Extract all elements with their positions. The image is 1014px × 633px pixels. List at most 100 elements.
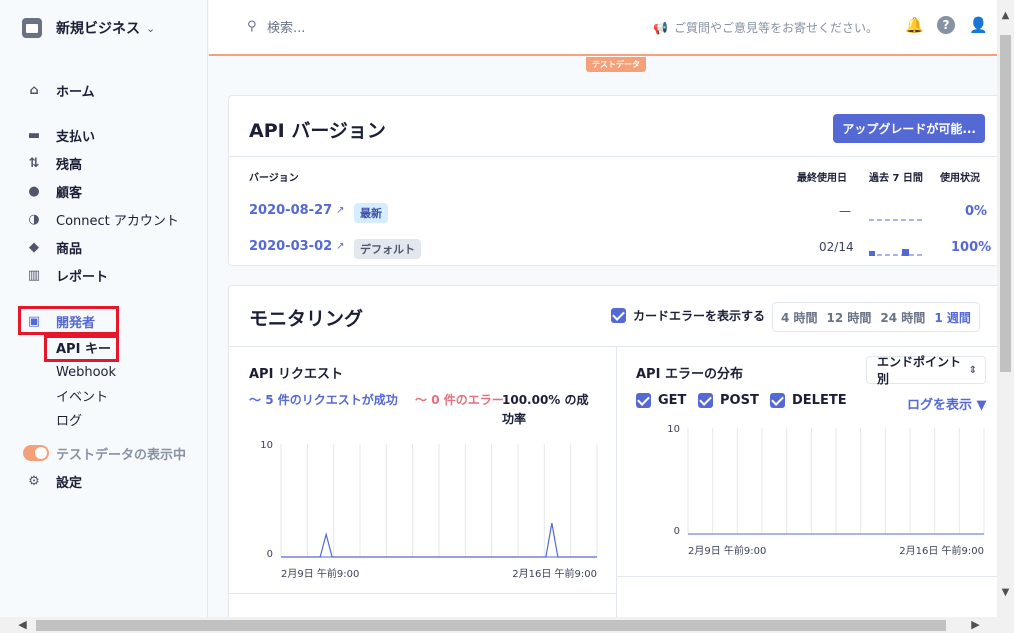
legend-success: 〜 5 件のリクエストが成功 xyxy=(249,391,398,408)
method-label: POST xyxy=(720,393,759,408)
filter-icon: ▼ xyxy=(976,398,987,413)
api-errors-chart: 10 0 2月9日 午前9:00 2月16日 午前9:00 xyxy=(667,424,985,557)
checkbox-checked-icon[interactable] xyxy=(698,393,713,408)
y-tick-label: 10 xyxy=(667,424,680,435)
sidebar-item-label: 商品 xyxy=(56,241,83,257)
toggle-switch[interactable] xyxy=(23,445,49,461)
x-tick-label: 2月16日 午前9:00 xyxy=(512,567,597,580)
method-label: DELETE xyxy=(792,393,847,408)
y-tick-label: 10 xyxy=(260,440,273,451)
usage-value: 100% xyxy=(951,240,992,255)
endpoint-select[interactable]: エンドポイント別 ⇕ xyxy=(866,355,986,386)
business-switcher[interactable]: 新規ビジネス ⌄ xyxy=(22,18,155,38)
products-icon: ◆ xyxy=(29,239,39,255)
sidebar-item-home[interactable]: ⌂ ホーム xyxy=(25,79,95,101)
payments-icon: ▬ xyxy=(27,127,41,143)
header-last-used: 最終使用日 xyxy=(797,173,847,184)
default-badge: デフォルト xyxy=(354,239,421,259)
sparkline-row-1 xyxy=(869,219,925,221)
x-tick-label: 2月9日 午前9:00 xyxy=(281,567,359,580)
sidebar-item-settings[interactable]: ⚙ 設定 xyxy=(25,470,82,492)
bell-icon[interactable]: 🔔 xyxy=(905,16,924,34)
scroll-thumb[interactable] xyxy=(1000,35,1011,372)
y-tick-label: 0 xyxy=(674,526,680,537)
search-input[interactable] xyxy=(267,17,527,39)
sidebar-item-label: レポート xyxy=(56,269,109,285)
highlight-box-api-keys xyxy=(44,335,119,362)
trend-icon: 〜 xyxy=(415,393,428,407)
method-label: GET xyxy=(658,393,687,408)
external-link-icon: ↗ xyxy=(336,205,345,216)
feedback-link[interactable]: 📢 ご質問やご意見等をお寄せください。 xyxy=(653,19,878,36)
sidebar-subitem-webhook[interactable]: Webhook xyxy=(56,362,116,382)
connect-icon: ◑ xyxy=(28,211,40,227)
topbar: ⚲ 📢 ご質問やご意見等をお寄せください。 🔔 ? 👤 xyxy=(209,0,997,56)
sidebar-item-connect[interactable]: ◑ Connect アカウント xyxy=(25,208,179,230)
feedback-label: ご質問やご意見等をお寄せください。 xyxy=(673,21,878,35)
api-version-title: API バージョン xyxy=(249,120,386,142)
scroll-left-icon[interactable]: ◀ xyxy=(14,617,31,633)
home-icon: ⌂ xyxy=(29,82,39,98)
top-icons: 🔔 ? 👤 xyxy=(905,16,988,34)
show-card-errors-label: カードエラーを表示する xyxy=(633,309,766,323)
range-1w-button[interactable]: 1 週間 xyxy=(934,309,971,326)
version-link[interactable]: 2020-03-02 ↗ xyxy=(249,239,345,254)
scroll-thumb[interactable] xyxy=(36,620,946,631)
api-requests-chart: 10 0 2月9日 午前9:00 2月16日 午前9:00 xyxy=(260,440,598,580)
divider xyxy=(229,593,616,594)
balance-icon: ⇅ xyxy=(28,155,40,171)
checkbox-checked-icon[interactable] xyxy=(611,308,626,323)
range-24h-button[interactable]: 24 時間 xyxy=(880,309,925,326)
sidebar-item-label: 設定 xyxy=(56,475,83,491)
sidebar-item-products[interactable]: ◆ 商品 xyxy=(25,236,82,258)
monitoring-card: モニタリング カードエラーを表示する 4 時間 12 時間 24 時間 1 週間… xyxy=(228,285,998,625)
range-4h-button[interactable]: 4 時間 xyxy=(781,309,818,326)
business-logo-icon xyxy=(22,18,42,38)
method-post-checkbox[interactable]: POST xyxy=(698,393,759,408)
sidebar-item-balance[interactable]: ⇅ 残高 xyxy=(25,152,82,174)
success-rate-line2: 功率 xyxy=(502,412,527,426)
sidebar-item-label: 顧客 xyxy=(56,185,83,201)
monitoring-title: モニタリング xyxy=(249,308,364,330)
sidebar-item-payments[interactable]: ▬ 支払い xyxy=(25,124,95,146)
divider xyxy=(229,156,997,157)
gear-icon: ⚙ xyxy=(28,473,40,489)
y-tick-label: 0 xyxy=(267,549,273,560)
chevron-down-icon: ⌄ xyxy=(146,21,156,35)
sidebar-subitem-logs[interactable]: ログ xyxy=(56,409,82,429)
view-logs-link[interactable]: ログを表示 ▼ xyxy=(907,394,987,413)
sparkline-row-2 xyxy=(869,249,925,256)
checkbox-checked-icon[interactable] xyxy=(770,393,785,408)
vertical-scrollbar[interactable]: ▲ ▼ xyxy=(997,0,1014,617)
scroll-down-icon[interactable]: ▼ xyxy=(997,587,1014,598)
latest-badge: 最新 xyxy=(354,203,388,223)
scroll-right-icon[interactable]: ▶ xyxy=(967,617,984,633)
scroll-up-icon[interactable]: ▲ xyxy=(997,10,1014,21)
range-12h-button[interactable]: 12 時間 xyxy=(827,309,872,326)
method-get-checkbox[interactable]: GET xyxy=(636,393,686,408)
sidebar-item-reports[interactable]: ▥ レポート xyxy=(25,264,108,286)
help-icon[interactable]: ? xyxy=(937,16,955,34)
sidebar-item-customers[interactable]: ● 顧客 xyxy=(25,180,82,202)
version-label: 2020-08-27 xyxy=(249,203,333,218)
reports-icon: ▥ xyxy=(27,267,41,283)
updown-icon: ⇕ xyxy=(968,364,977,376)
sidebar-item-label: ホーム xyxy=(56,84,95,100)
header-last7: 過去 7 日間 xyxy=(869,173,923,184)
business-name: 新規ビジネス xyxy=(56,21,140,37)
show-card-errors-checkbox[interactable]: カードエラーを表示する xyxy=(611,307,765,324)
x-tick-label: 2月9日 午前9:00 xyxy=(688,544,766,557)
user-icon[interactable]: 👤 xyxy=(969,16,988,34)
view-logs-label: ログを表示 xyxy=(907,398,973,413)
version-label: 2020-03-02 xyxy=(249,239,333,254)
checkbox-checked-icon[interactable] xyxy=(636,393,651,408)
horizontal-scrollbar[interactable]: ◀ ▶ xyxy=(0,617,1014,633)
version-link[interactable]: 2020-08-27 ↗ xyxy=(249,203,345,218)
test-data-toggle[interactable]: テストデータの表示中 xyxy=(23,442,186,464)
method-delete-checkbox[interactable]: DELETE xyxy=(770,393,847,408)
sidebar-item-label: 支払い xyxy=(56,129,96,145)
sidebar-subitem-events[interactable]: イベント xyxy=(56,385,108,405)
upgrade-button[interactable]: アップグレードが可能... xyxy=(833,114,985,143)
sidebar: 新規ビジネス ⌄ ⌂ ホーム ▬ 支払い ⇅ 残高 ● 顧客 ◑ Connect… xyxy=(0,0,208,617)
x-tick-label: 2月16日 午前9:00 xyxy=(899,544,984,557)
